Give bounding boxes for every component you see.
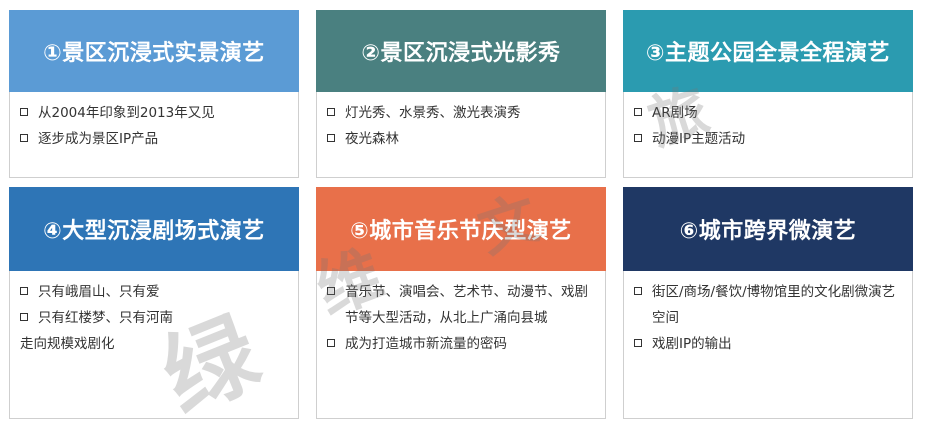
bullet-text: 从2004年印象到2013年又见 xyxy=(38,105,215,121)
bullet-text: 逐步成为景区IP产品 xyxy=(38,131,159,147)
card-header: ④大型沉浸剧场式演艺 xyxy=(9,187,299,271)
list-item: 只有峨眉山、只有爱 xyxy=(20,279,290,305)
card-header: ②景区沉浸式光影秀 xyxy=(316,10,606,92)
bullet-text: 音乐节、演唱会、艺术节、动漫节、戏剧节等大型活动，从北上广涌向县城 xyxy=(345,284,588,326)
square-bullet-icon xyxy=(327,134,335,142)
card-scenic-immersive-light-show: ②景区沉浸式光影秀 灯光秀、水景秀、激光表演秀 夜光森林 xyxy=(316,10,606,178)
card-body: 音乐节、演唱会、艺术节、动漫节、戏剧节等大型活动，从北上广涌向县城 成为打造城市… xyxy=(316,271,606,419)
square-bullet-icon xyxy=(327,108,335,116)
list-item: AR剧场 xyxy=(634,100,904,126)
square-bullet-icon xyxy=(327,339,335,347)
square-bullet-icon xyxy=(327,287,335,295)
card-body: 街区/商场/餐饮/博物馆里的文化剧微演艺空间 戏剧IP的输出 xyxy=(623,271,913,419)
card-header: ⑤城市音乐节庆型演艺 xyxy=(316,187,606,271)
card-scenic-immersive-live-performance: ①景区沉浸式实景演艺 从2004年印象到2013年又见 逐步成为景区IP产品 xyxy=(9,10,299,178)
list-item: 成为打造城市新流量的密码 xyxy=(327,331,597,357)
list-item: 戏剧IP的输出 xyxy=(634,331,904,357)
card-body: 只有峨眉山、只有爱 只有红楼梦、只有河南 走向规模戏剧化 xyxy=(9,271,299,419)
square-bullet-icon xyxy=(634,134,642,142)
bullet-text: 戏剧IP的输出 xyxy=(652,336,732,352)
square-bullet-icon xyxy=(20,134,28,142)
list-item: 逐步成为景区IP产品 xyxy=(20,126,290,152)
bullet-text: 街区/商场/餐饮/博物馆里的文化剧微演艺空间 xyxy=(652,284,896,326)
bullet-text: 只有红楼梦、只有河南 xyxy=(38,310,173,326)
card-body: 从2004年印象到2013年又见 逐步成为景区IP产品 xyxy=(9,92,299,178)
list-item: 只有红楼梦、只有河南 xyxy=(20,305,290,331)
card-header: ⑥城市跨界微演艺 xyxy=(623,187,913,271)
bullet-text: 只有峨眉山、只有爱 xyxy=(38,284,160,300)
square-bullet-icon xyxy=(20,108,28,116)
square-bullet-icon xyxy=(634,108,642,116)
list-item: 街区/商场/餐饮/博物馆里的文化剧微演艺空间 xyxy=(634,279,904,331)
list-item: 夜光森林 xyxy=(327,126,597,152)
square-bullet-icon xyxy=(20,287,28,295)
card-city-crossover-micro-performance: ⑥城市跨界微演艺 街区/商场/餐饮/博物馆里的文化剧微演艺空间 戏剧IP的输出 xyxy=(623,187,913,419)
card-body: AR剧场 动漫IP主题活动 xyxy=(623,92,913,178)
list-item: 从2004年印象到2013年又见 xyxy=(20,100,290,126)
card-header: ③主题公园全景全程演艺 xyxy=(623,10,913,92)
square-bullet-icon xyxy=(634,287,642,295)
continuation-text: 走向规模戏剧化 xyxy=(20,336,115,352)
card-header: ①景区沉浸式实景演艺 xyxy=(9,10,299,92)
card-city-music-festival: ⑤城市音乐节庆型演艺 音乐节、演唱会、艺术节、动漫节、戏剧节等大型活动，从北上广… xyxy=(316,187,606,419)
card-theme-park-performance: ③主题公园全景全程演艺 AR剧场 动漫IP主题活动 xyxy=(623,10,913,178)
bullet-text: 夜光森林 xyxy=(345,131,399,147)
card-body: 灯光秀、水景秀、激光表演秀 夜光森林 xyxy=(316,92,606,178)
card-large-immersive-theater: ④大型沉浸剧场式演艺 只有峨眉山、只有爱 只有红楼梦、只有河南 走向规模戏剧化 xyxy=(9,187,299,419)
square-bullet-icon xyxy=(20,313,28,321)
bullet-text: 动漫IP主题活动 xyxy=(652,131,746,147)
list-item: 灯光秀、水景秀、激光表演秀 xyxy=(327,100,597,126)
square-bullet-icon xyxy=(634,339,642,347)
bullet-text: 灯光秀、水景秀、激光表演秀 xyxy=(345,105,521,121)
bullet-text: AR剧场 xyxy=(652,105,698,121)
bullet-text: 成为打造城市新流量的密码 xyxy=(345,336,507,352)
list-item: 音乐节、演唱会、艺术节、动漫节、戏剧节等大型活动，从北上广涌向县城 xyxy=(327,279,597,331)
list-item: 动漫IP主题活动 xyxy=(634,126,904,152)
